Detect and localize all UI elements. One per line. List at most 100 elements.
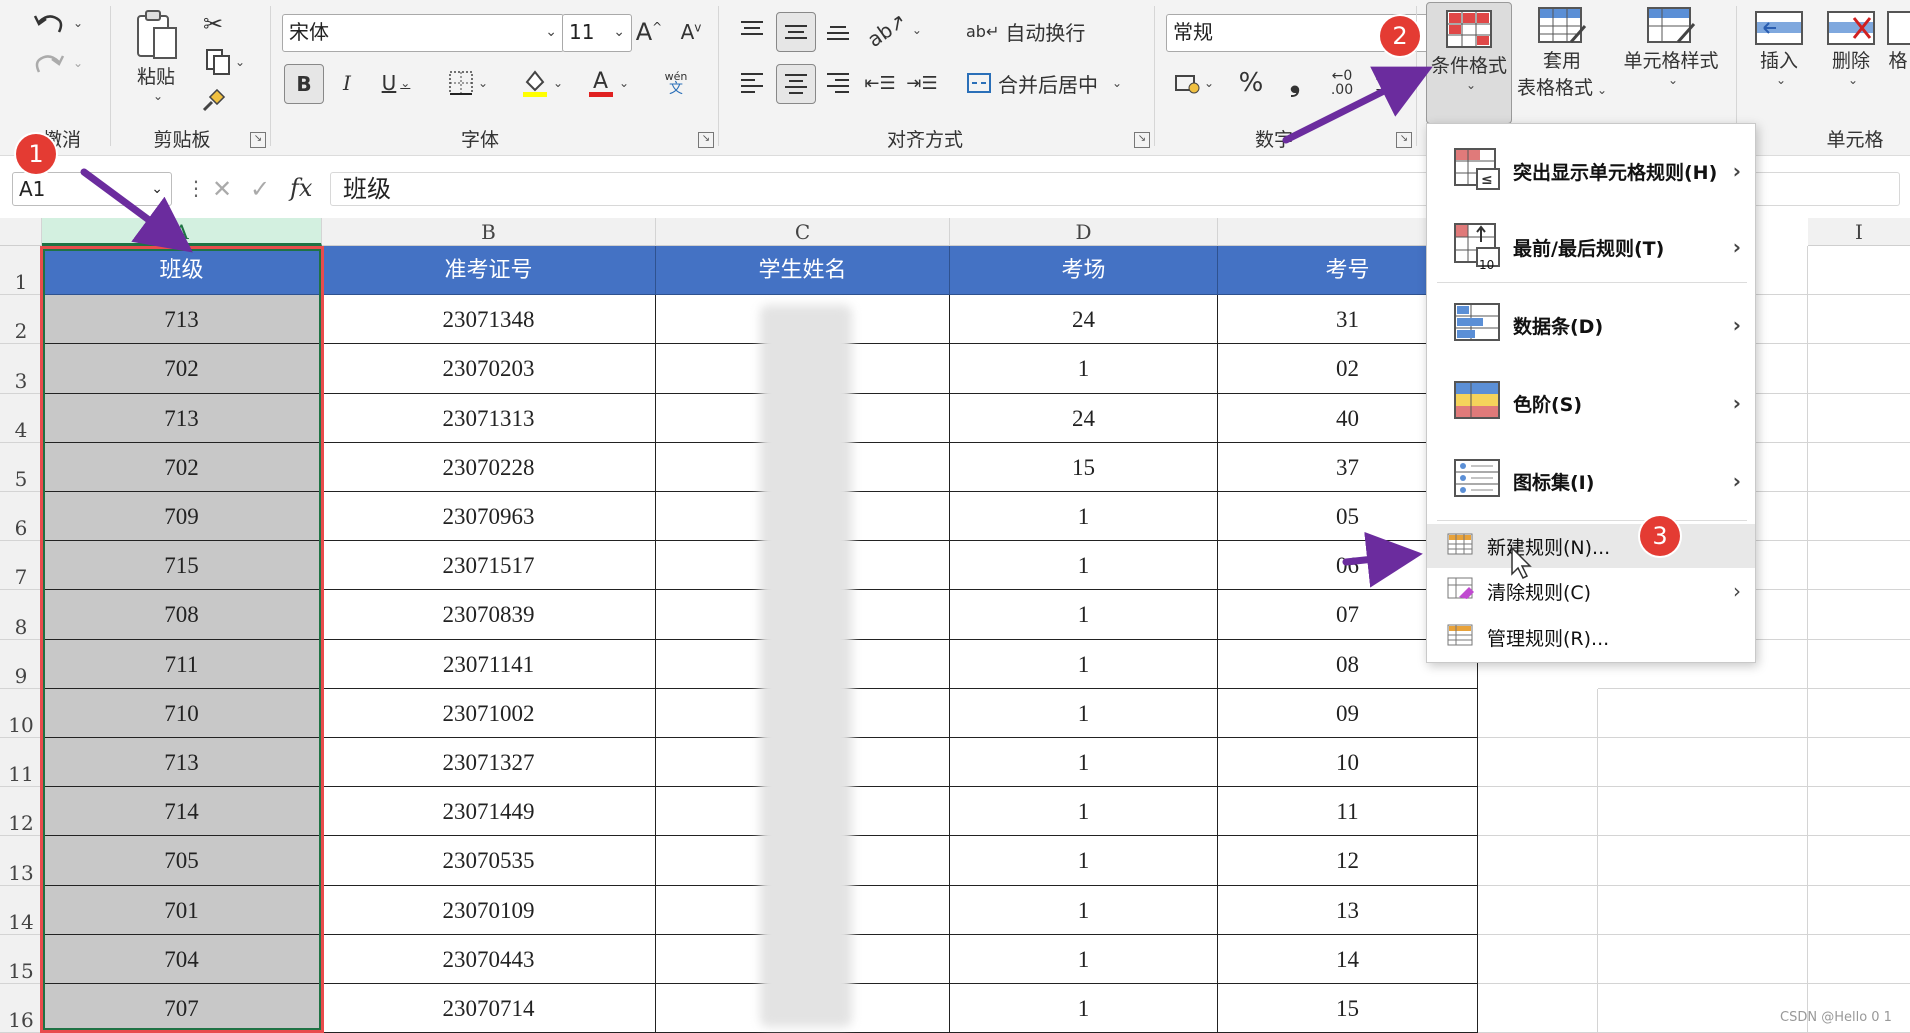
table-cell[interactable]: 23071002 [322,688,656,738]
table-cell[interactable]: 705 [42,836,322,886]
row-header[interactable]: 12 [0,787,42,837]
column-header-d[interactable]: D [950,218,1218,246]
table-cell[interactable]: 23070839 [322,590,656,640]
empty-cell[interactable] [1808,590,1910,640]
table-cell[interactable]: 1 [950,492,1218,542]
table-cell[interactable]: 713 [42,393,322,443]
empty-cell[interactable] [1478,885,1598,935]
table-cell[interactable]: 15 [1218,984,1478,1033]
column-header-i[interactable]: I [1808,218,1910,246]
table-cell[interactable]: 1 [950,787,1218,837]
table-cell[interactable]: 710 [42,688,322,738]
table-cell[interactable]: 10 [1218,738,1478,788]
table-cell[interactable]: 23071313 [322,393,656,443]
empty-cell[interactable] [1598,836,1808,886]
empty-cell[interactable] [1598,984,1808,1033]
menu-item-clear-rules[interactable]: 清除规则(C) › [1427,568,1755,614]
empty-cell[interactable] [1808,295,1910,345]
empty-cell[interactable] [1808,246,1910,296]
empty-cell[interactable] [1598,934,1808,984]
row-header[interactable]: 7 [0,541,42,591]
menu-item-icon-sets[interactable]: 图标集(I) › [1427,448,1755,514]
table-cell[interactable]: 702 [42,442,322,492]
empty-cell[interactable] [1808,394,1910,443]
empty-cell[interactable] [1808,689,1910,738]
table-cell[interactable]: 23070109 [322,885,656,935]
table-cell[interactable]: 23071141 [322,639,656,689]
empty-cell[interactable] [1808,738,1910,788]
empty-cell[interactable] [1478,688,1598,738]
table-cell[interactable]: 709 [42,492,322,542]
table-cell[interactable]: 713 [42,738,322,788]
empty-cell[interactable] [1808,492,1910,542]
table-cell[interactable]: 1 [950,688,1218,738]
row-header[interactable]: 14 [0,885,42,935]
table-cell[interactable]: 23070714 [322,984,656,1033]
empty-cell[interactable] [1808,787,1910,837]
row-header[interactable]: 2 [0,295,42,345]
menu-item-new-rule[interactable]: 新建规则(N)... [1427,524,1755,568]
table-cell[interactable]: 23071348 [322,295,656,345]
empty-cell[interactable] [1808,836,1910,886]
table-cell[interactable]: 1 [950,590,1218,640]
column-header-a[interactable]: A [42,218,322,246]
table-cell[interactable]: 15 [950,442,1218,492]
empty-cell[interactable] [1808,640,1910,689]
row-header[interactable]: 11 [0,738,42,788]
table-cell[interactable]: 14 [1218,934,1478,984]
row-header[interactable]: 8 [0,590,42,640]
empty-cell[interactable] [1598,738,1808,788]
table-cell[interactable]: 23071517 [322,541,656,591]
table-header-cell[interactable]: 班级 [42,246,322,296]
column-header-b[interactable]: B [322,218,656,246]
empty-cell[interactable] [1808,344,1910,394]
empty-cell[interactable] [1808,886,1910,935]
empty-cell[interactable] [1478,836,1598,886]
menu-item-highlight-rules[interactable]: ≤ 突出显示单元格规则(H) › [1427,138,1755,204]
row-header[interactable]: 4 [0,393,42,443]
empty-cell[interactable] [1808,984,1910,1033]
table-cell[interactable]: 1 [950,836,1218,886]
empty-cell[interactable] [1478,984,1598,1033]
menu-item-manage-rules[interactable]: 管理规则(R)... [1427,614,1755,660]
empty-cell[interactable] [1598,688,1808,738]
table-cell[interactable]: 23070443 [322,934,656,984]
empty-cell[interactable] [1598,787,1808,837]
table-cell[interactable]: 09 [1218,688,1478,738]
table-cell[interactable]: 1 [950,984,1218,1033]
table-cell[interactable]: 23070963 [322,492,656,542]
table-cell[interactable]: 23071449 [322,787,656,837]
table-cell[interactable]: 707 [42,984,322,1033]
table-cell[interactable]: 702 [42,344,322,394]
empty-cell[interactable] [1478,787,1598,837]
table-cell[interactable]: 1 [950,541,1218,591]
table-cell[interactable]: 24 [950,393,1218,443]
table-cell[interactable]: 23070535 [322,836,656,886]
empty-cell[interactable] [1808,541,1910,591]
table-cell[interactable]: 23070203 [322,344,656,394]
table-cell[interactable]: 1 [950,344,1218,394]
table-cell[interactable]: 711 [42,639,322,689]
row-header[interactable]: 1 [0,246,42,296]
empty-cell[interactable] [1478,738,1598,788]
table-cell[interactable]: 704 [42,934,322,984]
table-cell[interactable]: 714 [42,787,322,837]
table-cell[interactable]: 1 [950,639,1218,689]
empty-cell[interactable] [1808,443,1910,492]
table-cell[interactable]: 1 [950,738,1218,788]
table-cell[interactable]: 23070228 [322,442,656,492]
column-header-c[interactable]: C [656,218,950,246]
table-header-cell[interactable]: 学生姓名 [656,246,950,296]
row-header[interactable]: 6 [0,492,42,542]
table-cell[interactable]: 715 [42,541,322,591]
table-cell[interactable]: 1 [950,885,1218,935]
table-cell[interactable]: 1 [950,934,1218,984]
row-header[interactable]: 3 [0,344,42,394]
row-header[interactable]: 10 [0,688,42,738]
table-header-cell[interactable]: 准考证号 [322,246,656,296]
menu-item-data-bars[interactable]: 数据条(D) › [1427,292,1755,358]
select-all-corner[interactable] [0,218,42,246]
empty-cell[interactable] [1598,885,1808,935]
menu-item-top-bottom-rules[interactable]: 10 最前/最后规则(T) › [1427,214,1755,280]
table-cell[interactable]: 24 [950,295,1218,345]
